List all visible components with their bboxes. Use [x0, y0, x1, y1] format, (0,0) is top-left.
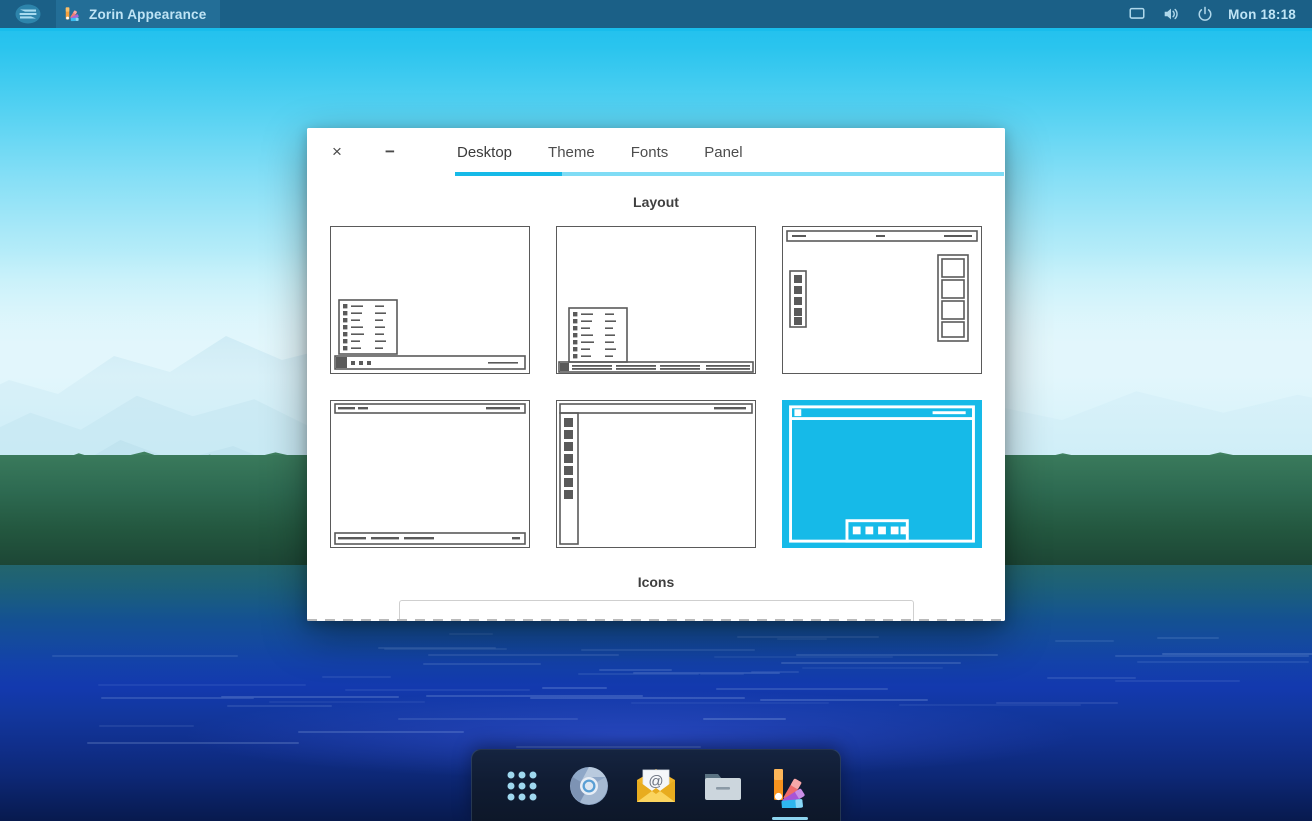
zorin-logo-icon [15, 4, 41, 24]
layout-section-title: Layout [307, 194, 1005, 210]
active-window-button[interactable]: Zorin Appearance [56, 0, 220, 28]
panel-accent-line [0, 28, 1312, 31]
top-panel: Zorin Appearance Mon 18:18 [0, 0, 1312, 28]
icons-theme-card[interactable] [399, 600, 914, 621]
dock-item-show-applications[interactable] [498, 761, 546, 811]
active-window-title: Zorin Appearance [89, 7, 206, 22]
zorin-appearance-icon [768, 764, 812, 808]
layout-option-touch[interactable] [782, 400, 982, 548]
volume-icon[interactable] [1162, 5, 1180, 23]
layout-option-windows-modern[interactable] [556, 226, 756, 374]
system-tray [1128, 5, 1228, 23]
layout-thumb-touch-selected [784, 402, 980, 546]
display-icon[interactable] [1128, 5, 1146, 23]
dock-item-chromium[interactable] [565, 761, 613, 811]
tab-desktop[interactable]: Desktop [439, 128, 530, 176]
minimize-button[interactable]: − [373, 135, 407, 169]
bottom-dock: @ [471, 749, 841, 821]
dock-item-zorin-appearance[interactable] [766, 761, 814, 811]
mail-client-icon: @ [634, 764, 678, 808]
file-manager-icon [701, 764, 745, 808]
clock[interactable]: Mon 18:18 [1228, 7, 1312, 22]
layout-option-windows-classic[interactable] [330, 226, 530, 374]
layout-options-grid [307, 226, 1005, 548]
zorin-appearance-window: × − Desktop Theme Fonts Panel Layout Ico… [307, 128, 1005, 621]
tab-panel[interactable]: Panel [686, 128, 760, 176]
layout-thumb-gnome-classic [330, 400, 530, 548]
window-titlebar: × − Desktop Theme Fonts Panel [307, 128, 1005, 176]
dock-item-mail[interactable]: @ [632, 761, 680, 811]
tab-bar: Desktop Theme Fonts Panel [439, 128, 761, 176]
icons-section-title: Icons [307, 574, 1005, 590]
power-icon[interactable] [1196, 5, 1214, 23]
chromium-browser-icon [567, 764, 611, 808]
running-indicator [772, 817, 808, 820]
layout-option-macos-like[interactable] [782, 226, 982, 374]
wallpaper-ripples [0, 630, 1312, 750]
window-clipped-edge [307, 619, 1005, 621]
layout-option-unity-like[interactable] [556, 400, 756, 548]
tab-fonts[interactable]: Fonts [613, 128, 687, 176]
layout-thumb-unity-like [556, 400, 756, 548]
layout-thumb-windows-modern [556, 226, 756, 374]
close-button[interactable]: × [320, 135, 354, 169]
layout-option-gnome-classic[interactable] [330, 400, 530, 548]
svg-text:@: @ [648, 773, 663, 790]
zorin-appearance-icon [64, 6, 81, 23]
dock-item-files[interactable] [699, 761, 747, 811]
window-content: Layout Icons [307, 176, 1005, 621]
layout-thumb-windows-classic [330, 226, 530, 374]
layout-thumb-macos-like [782, 226, 982, 374]
zorin-menu-button[interactable] [0, 0, 56, 28]
tab-theme[interactable]: Theme [530, 128, 613, 176]
show-applications-icon [500, 764, 544, 808]
